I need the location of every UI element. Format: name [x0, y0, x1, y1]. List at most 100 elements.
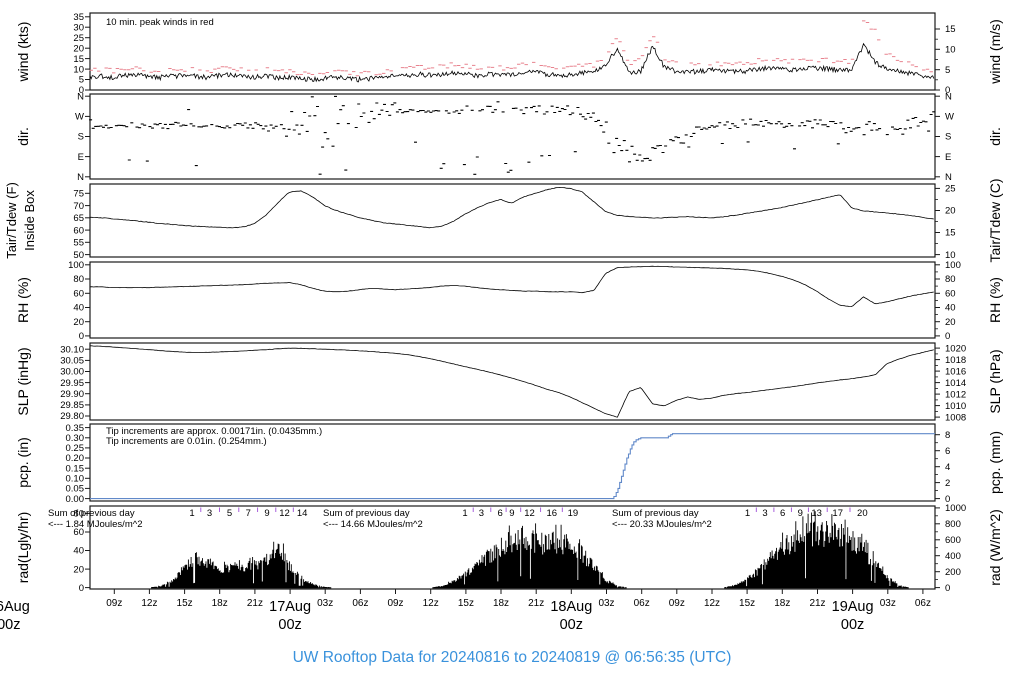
- svg-text:S: S: [78, 132, 84, 143]
- svg-text:20: 20: [945, 206, 956, 217]
- svg-text:0: 0: [79, 331, 84, 342]
- svg-text:06z: 06z: [352, 598, 368, 609]
- panel-wind-border: [89, 12, 936, 91]
- panel-dir: NWSENNWSENdir. dir.: [15, 91, 1003, 183]
- rad-hour-label: 7: [246, 508, 251, 519]
- svg-text:20: 20: [73, 317, 84, 328]
- svg-text:30.05: 30.05: [60, 356, 84, 367]
- svg-text:1000: 1000: [945, 503, 966, 514]
- date-label: 19Aug: [832, 599, 874, 615]
- svg-text:0.30: 0.30: [66, 433, 85, 444]
- svg-text:29.95: 29.95: [60, 378, 84, 389]
- svg-text:18z: 18z: [212, 598, 228, 609]
- svg-text:15z: 15z: [458, 598, 474, 609]
- svg-text:06z: 06z: [915, 598, 931, 609]
- svg-text:800: 800: [945, 519, 961, 530]
- svg-text:15: 15: [73, 54, 84, 65]
- svg-text:N: N: [945, 91, 952, 102]
- rad-sum-1-line2: <--- 1.84 MJoules/m^2: [48, 519, 142, 530]
- rad-hour-label: 5: [227, 508, 232, 519]
- svg-text:W: W: [945, 112, 954, 123]
- axis-title-left-slp: SLP (inHg): [15, 347, 31, 415]
- rad-hour-label: 19: [568, 508, 579, 519]
- rad-hour-label: 3: [479, 508, 484, 519]
- svg-text:600: 600: [945, 535, 961, 546]
- rad-bars: [151, 511, 909, 589]
- svg-text:18z: 18z: [774, 598, 790, 609]
- axis-title-left-dir: dir.: [15, 127, 31, 146]
- axis-title-right-slp: SLP (hPa): [987, 349, 1003, 413]
- svg-text:10: 10: [73, 64, 84, 75]
- svg-text:70: 70: [73, 201, 84, 212]
- rad-hour-label: 9: [798, 508, 803, 519]
- svg-text:0.05: 0.05: [66, 484, 85, 495]
- date-sublabel: 00z: [278, 617, 301, 633]
- svg-text:N: N: [77, 91, 84, 102]
- rad-sum-2-line2: <--- 14.66 MJoules/m^2: [323, 519, 423, 530]
- svg-text:30.10: 30.10: [60, 344, 84, 355]
- axis-title-left-pcp: pcp. (in): [15, 437, 31, 488]
- panel-slp-border: [89, 342, 936, 421]
- svg-text:12z: 12z: [141, 598, 157, 609]
- panel-rh-border: [89, 261, 936, 339]
- rad-sum-2-line1: Sum of previous day: [323, 508, 410, 519]
- wind-peak-note: 10 min. peak winds in red: [106, 17, 214, 28]
- svg-text:29.90: 29.90: [60, 389, 84, 400]
- svg-text:40: 40: [73, 546, 84, 557]
- axis-title-left-rh: RH (%): [15, 277, 31, 323]
- svg-text:40: 40: [73, 303, 84, 314]
- svg-text:0.20: 0.20: [66, 453, 85, 464]
- chart-title: UW Rooftop Data for 20240816 to 20240819…: [292, 649, 732, 666]
- rad-hour-label: 3: [207, 508, 212, 519]
- svg-text:30: 30: [73, 22, 84, 33]
- svg-text:65: 65: [73, 213, 84, 224]
- svg-text:20: 20: [73, 43, 84, 54]
- svg-text:1020: 1020: [945, 343, 966, 354]
- svg-text:12z: 12z: [423, 598, 439, 609]
- svg-text:03z: 03z: [317, 598, 333, 609]
- svg-text:55: 55: [73, 238, 84, 249]
- rad-hour-label: 1: [462, 508, 467, 519]
- svg-text:09z: 09z: [669, 598, 685, 609]
- rad-hour-label: 1: [745, 508, 750, 519]
- svg-text:15: 15: [945, 24, 956, 35]
- uw-rooftop-plot: 0 5 10 15 20 25 30 35 0 5 10 15 wind (kts) wind (m/s)…: [0, 0, 1024, 700]
- panel-wind: 05101520253035051015wind (kts) wind (m/s)…: [15, 12, 1003, 96]
- svg-text:1008: 1008: [945, 412, 966, 423]
- svg-text:03z: 03z: [598, 598, 614, 609]
- axis-title-right-rad: rad (W/m^2): [987, 509, 1003, 586]
- svg-text:6: 6: [945, 446, 950, 457]
- svg-text:5: 5: [945, 65, 950, 76]
- rad-hour-label: 17: [832, 508, 843, 519]
- svg-text:W: W: [75, 112, 84, 123]
- rad-hour-label: 12: [524, 508, 535, 519]
- panel-dir-border: [89, 93, 936, 180]
- date-label: 17Aug: [269, 599, 311, 615]
- svg-text:15z: 15z: [177, 598, 193, 609]
- svg-text:18z: 18z: [493, 598, 509, 609]
- rad-hour-label: 6: [498, 508, 503, 519]
- date-label: 18Aug: [550, 599, 592, 615]
- wind-avg-trace: [89, 42, 935, 83]
- svg-text:75: 75: [73, 189, 84, 200]
- svg-text:2: 2: [945, 478, 950, 489]
- svg-text:1014: 1014: [945, 378, 966, 389]
- svg-text:20: 20: [73, 564, 84, 575]
- axis-title-left-rad: rad(Lgly/hr): [15, 512, 31, 584]
- rad-hour-label: 3: [762, 508, 767, 519]
- axis-title-left-temp-2: Inside Box: [22, 190, 37, 251]
- svg-text:15z: 15z: [739, 598, 755, 609]
- svg-text:21z: 21z: [247, 598, 263, 609]
- weather-multipanel-chart: 05101520253035051015wind (kts) wind (m/s)…: [0, 12, 1003, 633]
- axis-title-right-temp: Tair/Tdew (C): [987, 178, 1003, 262]
- svg-text:21z: 21z: [528, 598, 544, 609]
- svg-text:06z: 06z: [634, 598, 650, 609]
- svg-text:30.00: 30.00: [60, 367, 84, 378]
- svg-text:1016: 1016: [945, 366, 966, 377]
- svg-text:35: 35: [73, 12, 84, 23]
- rh-trace: [89, 265, 934, 308]
- svg-text:100: 100: [945, 260, 961, 271]
- svg-text:21z: 21z: [809, 598, 825, 609]
- svg-text:E: E: [945, 152, 951, 163]
- svg-text:60: 60: [73, 225, 84, 236]
